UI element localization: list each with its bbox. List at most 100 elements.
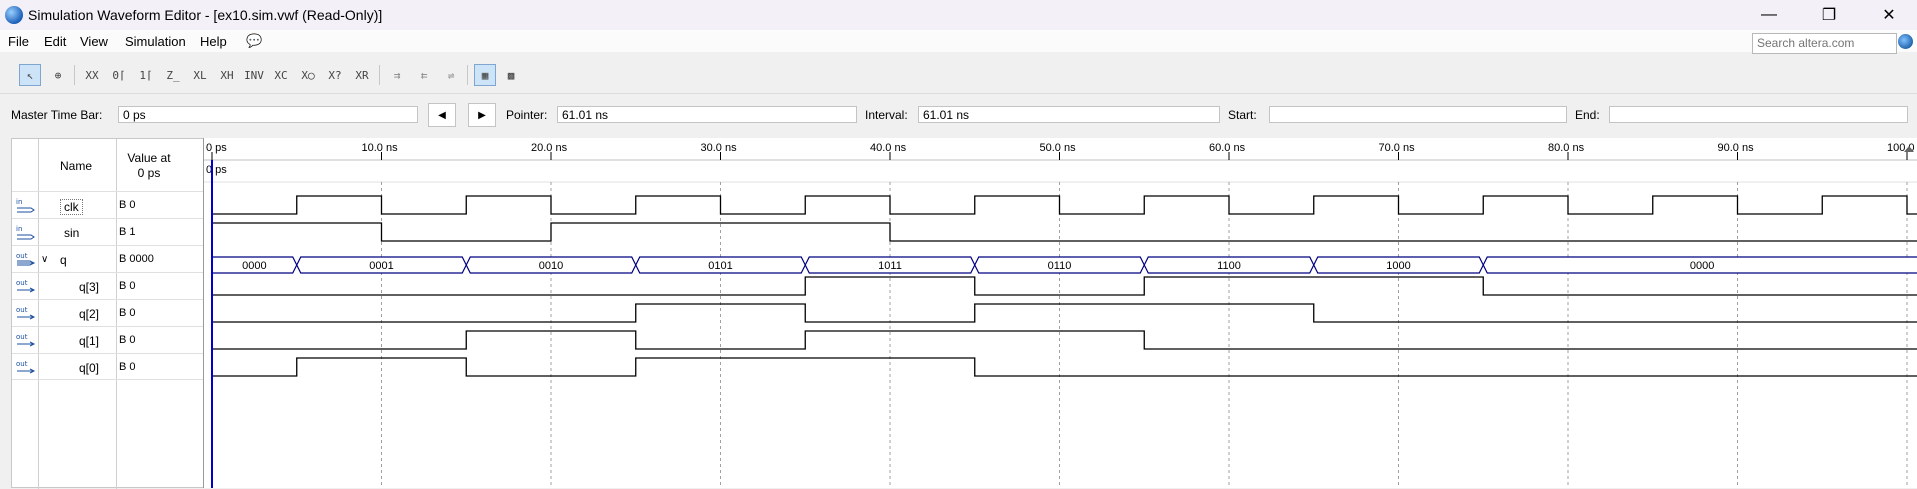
sin-waveform [212, 222, 1917, 242]
menu-bar: File Edit View Simulation Help 💬 [0, 30, 1917, 52]
search-input[interactable] [1753, 34, 1896, 51]
force-high-icon[interactable]: 1⌈ [135, 64, 157, 86]
window-title: Simulation Waveform Editor - [ex10.sim.v… [28, 7, 383, 23]
force-high-impedance-icon[interactable]: Z̲ [162, 64, 184, 86]
menu-view[interactable]: View [80, 34, 108, 49]
force-low-icon[interactable]: 0⌈ [108, 64, 130, 86]
restore-icon: ❐ [1821, 7, 1837, 24]
signal-name: q[0] [79, 361, 100, 375]
signal-row-q0[interactable]: out q[0] B 0 [12, 353, 204, 380]
output-pin-icon: out [16, 360, 36, 374]
signal-value: B 1 [119, 226, 136, 238]
zoom-tool-icon[interactable]: ⊕ [47, 64, 69, 86]
bus-q-value-label: 0000 [1690, 260, 1714, 272]
waveform-canvas[interactable]: 0 ps 10.0 ns 20.0 ns 30.0 ns 40.0 ns 50.0 ns 6… [204, 138, 1917, 488]
overwrite-clock-icon[interactable]: X◯ [297, 64, 319, 86]
waveform-panel[interactable]: 0 ps 10.0 ns 20.0 ns 30.0 ns 40.0 ns 50.0 ns 6… [203, 138, 1917, 488]
close-button[interactable]: ✕ [1861, 0, 1917, 30]
time-bar: Master Time Bar: 0 ps ◀ ▶ Pointer: 61.01… [0, 100, 1917, 130]
output-pin-icon: out [16, 279, 36, 293]
triangle-right-icon: ▶ [478, 109, 486, 121]
bus-q-value-label: 1100 [1217, 260, 1241, 272]
toolbar-separator [467, 65, 468, 85]
master-time-bar-label: Master Time Bar: [11, 108, 103, 122]
name-column-header[interactable]: Name [60, 159, 92, 173]
feedback-icon[interactable]: 💬 [246, 33, 262, 49]
bus-q-value-label: 0000 [242, 260, 266, 272]
svg-text:in: in [16, 225, 22, 233]
end-field[interactable] [1609, 106, 1908, 123]
globe-icon[interactable] [1898, 34, 1913, 49]
q2-waveform [212, 303, 1917, 323]
signal-name: sin [64, 226, 80, 240]
ruler-tick-label: 90.0 ns [1718, 142, 1755, 154]
menu-file[interactable]: File [8, 34, 29, 49]
menu-help[interactable]: Help [200, 34, 227, 49]
pointer-label: Pointer: [506, 108, 548, 122]
start-field[interactable] [1269, 106, 1567, 123]
start-label: Start: [1228, 108, 1257, 122]
signal-row-q2[interactable]: out q[2] B 0 [12, 299, 204, 326]
toolbar-separator [74, 65, 75, 85]
interval-label: Interval: [865, 108, 908, 122]
value-column-header[interactable]: Value at 0 ps [116, 151, 182, 181]
bus-q-value-label: 0010 [539, 260, 563, 272]
output-pin-icon: out [16, 333, 36, 347]
signal-row-q[interactable]: out ∨ q B 0000 [12, 245, 204, 272]
ruler-tick-label: 80.0 ns [1548, 142, 1585, 154]
value-header-line2: 0 ps [137, 166, 161, 180]
signal-row-q1[interactable]: out q[1] B 0 [12, 326, 204, 353]
snap-left-icon[interactable]: ⇉ [386, 64, 408, 86]
bus-q-value-label: 0101 [708, 260, 732, 272]
grid-settings-icon[interactable]: ▩ [500, 64, 522, 86]
q0-waveform [212, 357, 1917, 377]
bus-q-value-label: 0001 [369, 260, 393, 272]
menu-edit[interactable]: Edit [44, 34, 66, 49]
q3-waveform [212, 276, 1917, 296]
restore-button[interactable]: ❐ [1801, 0, 1857, 30]
selection-tool-icon[interactable]: ↖ [19, 64, 41, 86]
ruler-tick-label: 10.0 ns [362, 142, 399, 154]
svg-text:out: out [16, 306, 28, 314]
random-values-icon[interactable]: X? [324, 64, 346, 86]
signal-name: q [60, 253, 67, 267]
clk-waveform [212, 195, 1917, 215]
minimize-button[interactable]: — [1741, 0, 1797, 30]
expand-icon[interactable]: ⇌ [440, 64, 462, 86]
menu-simulation[interactable]: Simulation [125, 34, 186, 49]
signal-name: q[3] [79, 280, 100, 294]
ruler-tick-label: 30.0 ns [701, 142, 738, 154]
force-unknown-icon[interactable]: XX [81, 64, 103, 86]
toolbar-separator [379, 65, 380, 85]
signal-row-sin[interactable]: in sin B 1 [12, 218, 204, 245]
triangle-left-icon: ◀ [438, 109, 446, 121]
arbitrary-value-icon[interactable]: XR [351, 64, 373, 86]
signal-value: B 0 [119, 307, 136, 319]
signal-row-clk[interactable]: in clk B 0 [12, 191, 204, 218]
force-weak-high-icon[interactable]: XH [216, 64, 238, 86]
signal-name: clk [60, 199, 83, 215]
bus-q-value-label: 1000 [1386, 260, 1410, 272]
force-weak-low-icon[interactable]: XL [189, 64, 211, 86]
cursor-time-label: 0 ps [206, 164, 227, 176]
input-pin-icon: in [16, 198, 35, 213]
search-box[interactable] [1752, 33, 1897, 54]
next-transition-button[interactable]: ▶ [468, 103, 496, 127]
app-logo-icon [5, 6, 23, 24]
ruler-tick-label: 40.0 ns [870, 142, 907, 154]
close-icon: ✕ [1882, 7, 1896, 24]
bus-q-value-label: 1011 [878, 260, 902, 272]
pointer-field[interactable]: 61.01 ns [557, 106, 857, 123]
count-value-icon[interactable]: XC [270, 64, 292, 86]
master-time-bar-field[interactable]: 0 ps [118, 106, 418, 123]
signal-row-q3[interactable]: out q[3] B 0 [12, 272, 204, 299]
snap-right-icon[interactable]: ⇇ [413, 64, 435, 86]
invert-icon[interactable]: INV [243, 64, 265, 86]
title-bar: Simulation Waveform Editor - [ex10.sim.v… [0, 0, 1917, 30]
chevron-down-icon[interactable]: ∨ [41, 254, 48, 265]
previous-transition-button[interactable]: ◀ [428, 103, 456, 127]
signal-table: Name Value at 0 ps in clk B 0 in sin B 1… [11, 138, 204, 489]
output-bus-icon: out [16, 252, 36, 266]
snap-to-grid-icon[interactable]: ▦ [474, 64, 496, 86]
interval-field[interactable]: 61.01 ns [918, 106, 1220, 123]
